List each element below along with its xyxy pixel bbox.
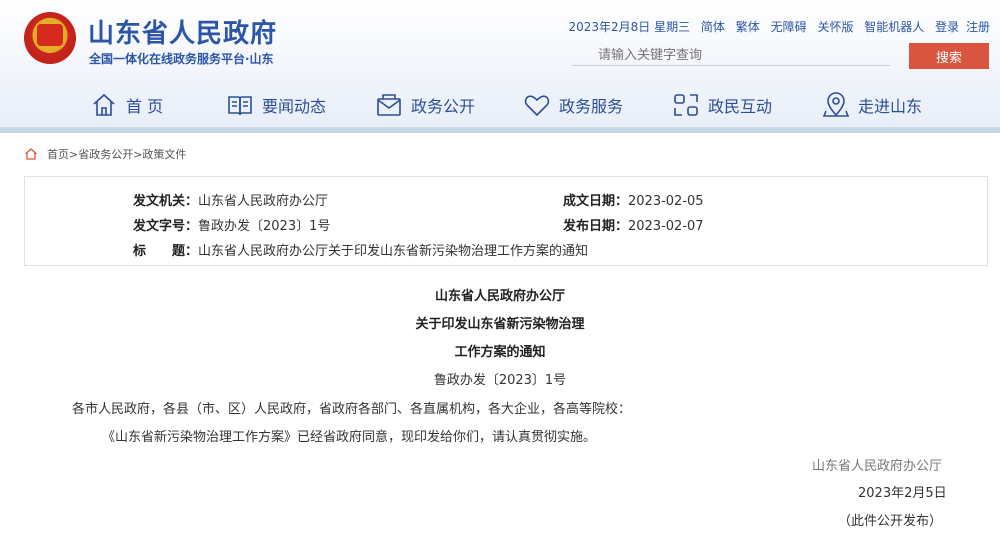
top-links: 2023年2月8日 星期三 简体 繁体 无障碍 关怀版 智能机器人 登录 注册: [561, 18, 990, 35]
heart-icon: [524, 95, 550, 117]
meta-value: 山东省人民政府办公厅关于印发山东省新污染物治理工作方案的通知: [198, 244, 589, 259]
national-emblem-logo: [24, 12, 76, 64]
document-number: 鲁政办发〔2023〕1号: [433, 373, 567, 388]
document-meta-box: 发文机关：山东省人民政府办公厅 成文日期：2023-02-05 发文字号：鲁政办…: [24, 176, 988, 266]
nav-label: 走进山东: [858, 97, 923, 116]
document-signer: 山东省人民政府办公厅: [812, 459, 943, 474]
nav-label: 首 页: [126, 97, 164, 116]
meta-doc-number: 发文字号：鲁政办发〔2023〕1号: [133, 215, 330, 234]
meta-value: 2023-02-05: [628, 194, 704, 209]
nav-item-interaction[interactable]: 政民互动: [672, 90, 772, 120]
site-subtitle: 全国一体化在线政务服务平台·山东: [89, 52, 274, 66]
publish-note: （此件公开发布）: [838, 514, 943, 529]
nav-label: 要闻动态: [262, 97, 327, 116]
meta-label: 发布日期：: [563, 219, 629, 234]
nav-item-home[interactable]: 首 页: [90, 90, 163, 120]
nav-item-news[interactable]: 要闻动态: [226, 90, 326, 120]
header-divider: [0, 127, 1000, 133]
meta-published-date: 发布日期：2023-02-07: [563, 215, 704, 234]
meta-label: 标 题：: [133, 244, 199, 259]
envelope-icon: [377, 94, 401, 116]
breadcrumb-path[interactable]: 首页>省政务公开>政策文件: [47, 146, 186, 162]
document-addressees: 各市人民政府，各县（市、区）人民政府，省政府各部门、各直属机构，各大企业，各高等…: [72, 402, 632, 417]
document-title-line: 山东省人民政府办公厅: [434, 289, 565, 304]
meta-label: 发文字号：: [133, 219, 199, 234]
site-title[interactable]: 山东省人民政府: [88, 13, 277, 50]
nav-label: 政务公开: [411, 97, 476, 116]
meta-issuer: 发文机关：山东省人民政府办公厅: [133, 190, 328, 209]
nav-item-gov-service[interactable]: 政务服务: [523, 90, 623, 120]
book-icon: [228, 96, 252, 116]
document-title-line: 关于印发山东省新污染物治理: [415, 317, 585, 332]
meta-label: 发文机关：: [133, 194, 199, 209]
accessibility-link[interactable]: 无障碍: [771, 20, 807, 34]
meta-value: 鲁政办发〔2023〕1号: [198, 219, 331, 234]
nav-item-gov-open[interactable]: 政务公开: [375, 90, 475, 120]
breadcrumb: 首页>省政务公开>政策文件: [24, 146, 186, 162]
login-link[interactable]: 登录: [935, 20, 959, 34]
meta-title: 标 题：山东省人民政府办公厅关于印发山东省新污染物治理工作方案的通知: [133, 240, 588, 259]
home-icon: [93, 93, 115, 116]
traditional-link[interactable]: 繁体: [736, 20, 760, 34]
search-input[interactable]: [572, 44, 890, 66]
meta-created-date: 成文日期：2023-02-05: [563, 190, 704, 209]
current-date: 2023年2月8日 星期三: [568, 20, 691, 34]
document-title-line: 工作方案的通知: [454, 345, 546, 360]
meta-label: 成文日期：: [563, 194, 629, 209]
meta-value: 2023-02-07: [628, 219, 704, 234]
simplified-link[interactable]: 简体: [701, 20, 725, 34]
interaction-icon: [674, 94, 698, 116]
map-pin-icon: [822, 92, 850, 117]
nav-label: 政务服务: [559, 97, 624, 116]
document-content: 《山东省新污染物治理工作方案》已经省政府同意，现印发给你们，请认真贯彻实施。: [102, 430, 597, 445]
robot-link[interactable]: 智能机器人: [864, 20, 924, 34]
search-button[interactable]: 搜索: [909, 43, 989, 69]
care-mode-link[interactable]: 关怀版: [817, 20, 853, 34]
register-link[interactable]: 注册: [966, 20, 990, 34]
nav-label: 政民互动: [708, 97, 773, 116]
nav-item-about[interactable]: 走进山东: [822, 90, 922, 120]
meta-value: 山东省人民政府办公厅: [198, 194, 329, 209]
main-nav: 首 页 要闻动态 政务公开 政务服务 政民互动 走进山东: [0, 84, 1000, 124]
home-icon: [25, 148, 37, 160]
site-header: 山东省人民政府 全国一体化在线政务服务平台·山东 2023年2月8日 星期三 简…: [0, 0, 1000, 127]
document-sign-date: 2023年2月5日: [858, 486, 947, 501]
